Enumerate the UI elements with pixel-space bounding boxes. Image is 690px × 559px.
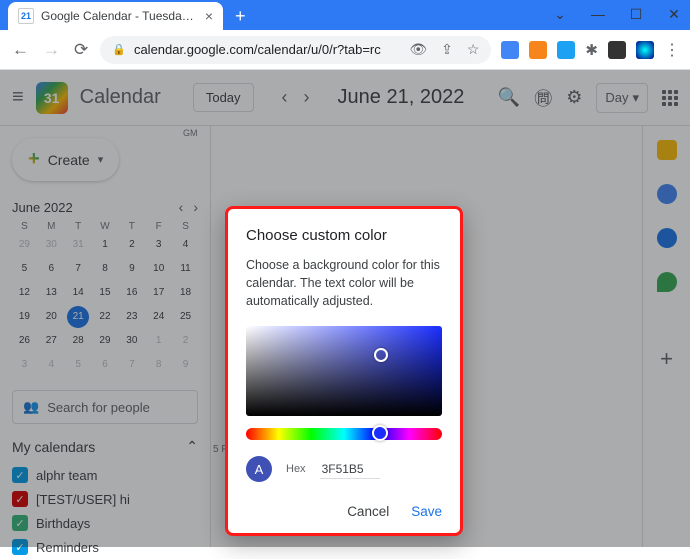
tab-close-icon[interactable]: × <box>205 8 213 24</box>
window-close-icon[interactable]: ✕ <box>666 6 682 23</box>
bookmark-icon[interactable]: ☆ <box>467 41 480 58</box>
lock-icon: 🔒 <box>112 43 126 56</box>
window-maximize-icon[interactable]: ☐ <box>628 6 644 23</box>
custom-color-modal: Choose custom color Choose a background … <box>225 206 463 536</box>
window-dropdown-icon[interactable]: ⌄ <box>552 6 568 23</box>
url-text: calendar.google.com/calendar/u/0/r?tab=r… <box>134 42 401 57</box>
extensions-menu-icon[interactable]: ✱ <box>585 41 598 59</box>
color-picker-handle[interactable] <box>374 348 388 362</box>
extension-icon[interactable] <box>529 41 547 59</box>
hex-label: Hex <box>286 463 306 475</box>
modal-title: Choose custom color <box>246 227 442 244</box>
extension-icon[interactable] <box>608 41 626 59</box>
forward-button[interactable]: → <box>41 38 62 62</box>
color-saturation-area[interactable] <box>246 326 442 416</box>
hue-slider-handle[interactable] <box>372 425 388 441</box>
share-icon[interactable]: ⇪ <box>441 41 453 58</box>
back-button[interactable]: ← <box>10 38 31 62</box>
tab-title: Google Calendar - Tuesday, June <box>41 9 199 23</box>
extension-icon[interactable] <box>557 41 575 59</box>
color-preview-badge: A <box>246 456 272 482</box>
profile-avatar-icon[interactable] <box>636 41 654 59</box>
hue-slider[interactable] <box>246 428 442 440</box>
browser-menu-icon[interactable]: ⋮ <box>664 40 680 60</box>
modal-description: Choose a background color for this calen… <box>246 256 442 310</box>
cancel-button[interactable]: Cancel <box>347 504 389 519</box>
new-tab-button[interactable]: + <box>223 2 258 30</box>
address-bar[interactable]: 🔒 calendar.google.com/calendar/u/0/r?tab… <box>100 36 491 64</box>
window-minimize-icon[interactable]: — <box>590 6 606 23</box>
hex-input[interactable] <box>320 460 380 479</box>
eye-icon[interactable]: 👁 <box>409 41 427 58</box>
save-button[interactable]: Save <box>411 504 442 519</box>
reload-button[interactable]: ⟳ <box>72 38 90 62</box>
extension-icon[interactable] <box>501 41 519 59</box>
browser-tab[interactable]: 21 Google Calendar - Tuesday, June × <box>8 2 223 30</box>
tab-favicon-icon: 21 <box>18 8 34 24</box>
